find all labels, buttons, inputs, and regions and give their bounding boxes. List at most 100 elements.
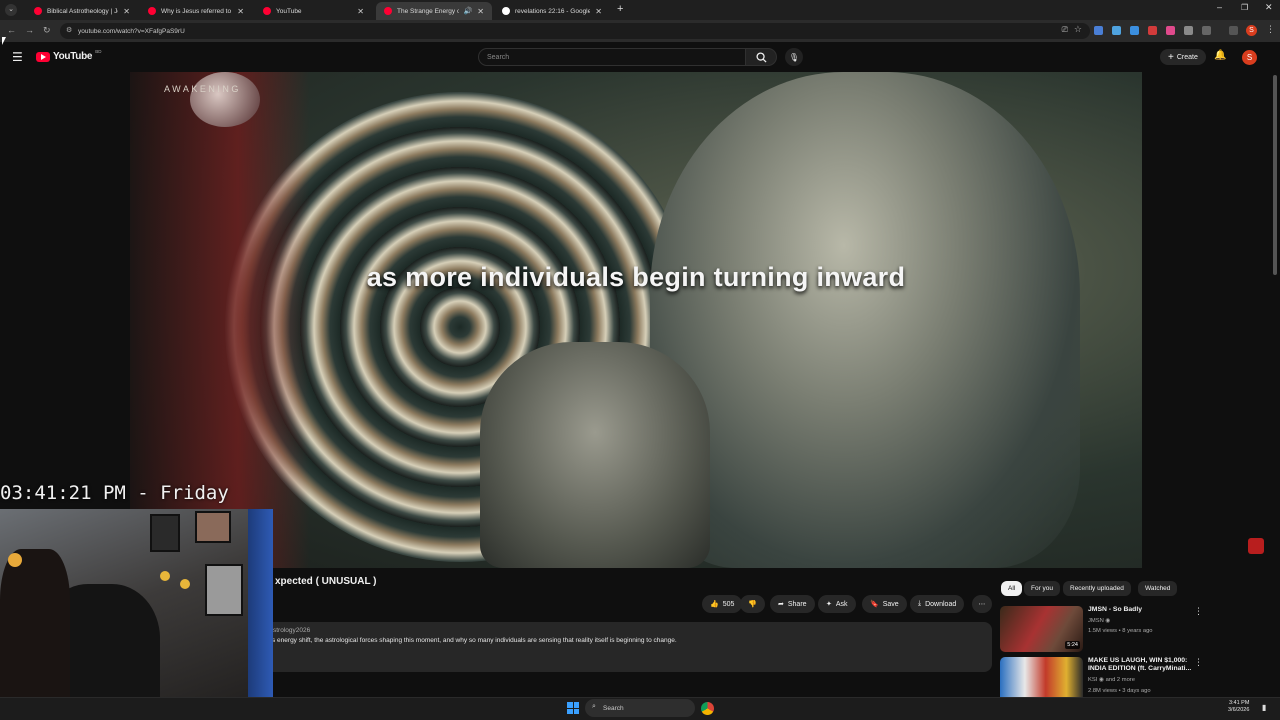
thumbs-down-icon: 👎 [748, 601, 757, 608]
webcam-frame-decoration [195, 511, 231, 543]
reload-icon[interactable]: ↻ [43, 25, 51, 36]
favicon-icon [148, 7, 156, 15]
youtube-logo-text: YouTube [53, 51, 93, 62]
channel-watermark: AWAKENING [164, 84, 241, 94]
plus-icon: + [1168, 51, 1174, 63]
close-window-icon[interactable]: ✕ [1265, 2, 1273, 13]
chrome-taskbar-icon[interactable] [701, 702, 714, 715]
tab-title: revelations 22:16 - Google Sea [515, 7, 591, 15]
clock-overlay: 03:41:21 PM - Friday [0, 482, 229, 504]
share-label: Share [787, 600, 807, 608]
page-scrollbar[interactable] [1273, 75, 1277, 275]
menu-hamburger-icon[interactable]: ☰ [12, 50, 23, 64]
youtube-favicon-icon [263, 7, 271, 15]
extension-icon[interactable] [1166, 26, 1175, 35]
ask-button[interactable]: ✦ Ask [818, 595, 856, 613]
search-icon [755, 51, 767, 63]
more-vertical-icon[interactable]: ⋮ [1194, 657, 1203, 668]
google-favicon-icon [502, 7, 510, 15]
install-app-icon[interactable]: ⎚ [1062, 25, 1068, 35]
extension-icon[interactable] [1094, 26, 1103, 35]
close-tab-icon[interactable]: ✕ [357, 7, 364, 16]
voice-search-button[interactable]: 🎙 [785, 48, 803, 66]
bookmark-star-icon[interactable]: ☆ [1074, 24, 1082, 35]
url-text: youtube.com/watch?v=XFafgPaS9rU [78, 27, 185, 35]
back-arrow-icon[interactable]: ← [7, 25, 16, 35]
profile-avatar[interactable]: S [1246, 25, 1257, 36]
video-player[interactable]: AWAKENING [130, 72, 1142, 568]
chip-for-you[interactable]: For you [1024, 581, 1061, 596]
browser-tab[interactable]: Why is Jesus referred to as "th ✕ [140, 2, 252, 20]
browser-tab[interactable]: YouTube ✕ [255, 2, 372, 20]
taskbar-time: 3:41 PM [1228, 700, 1250, 706]
close-tab-icon[interactable]: ✕ [477, 7, 484, 16]
recommendation-meta: 1.5M views • 8 years ago [1088, 628, 1153, 634]
video-thumbnail[interactable]: 5:24 [1000, 606, 1083, 652]
more-horizontal-icon: ⋯ [978, 601, 986, 608]
extension-icon[interactable] [1148, 26, 1157, 35]
video-frame-decoration [650, 72, 1080, 568]
video-frame-decoration [480, 342, 710, 568]
dislike-button[interactable]: 👎 [740, 595, 765, 613]
more-vertical-icon[interactable]: ⋮ [1194, 606, 1203, 617]
chip-watched[interactable]: Watched [1138, 581, 1178, 596]
new-tab-button[interactable]: + [617, 3, 623, 15]
browser-menu-icon[interactable]: ⋮ [1266, 24, 1275, 35]
thumbs-up-icon: 👍 [710, 601, 719, 608]
video-thumbnail[interactable] [1000, 657, 1083, 697]
save-button[interactable]: 🔖 Save [862, 595, 907, 613]
extension-icon[interactable] [1112, 26, 1121, 35]
description-box[interactable]: strology2026 s energy shift, the astrolo… [262, 622, 992, 672]
browser-tab[interactable]: revelations 22:16 - Google Sea ✕ [494, 2, 610, 20]
save-label: Save [882, 600, 899, 608]
share-button[interactable]: ➦ Share [770, 595, 815, 613]
minimize-icon[interactable]: – [1217, 2, 1222, 12]
youtube-logo[interactable]: YouTube BD [36, 49, 101, 62]
speaker-icon[interactable]: 🔊 [464, 7, 473, 15]
extensions-puzzle-icon[interactable] [1202, 26, 1211, 35]
bookmark-icon: 🔖 [870, 601, 879, 608]
download-label: Download [925, 600, 957, 608]
forward-arrow-icon[interactable]: → [25, 25, 34, 35]
tab-search-icon[interactable]: ⌄ [5, 4, 17, 16]
extension-icon[interactable] [1130, 26, 1139, 35]
extension-icon[interactable] [1184, 26, 1193, 35]
close-tab-icon[interactable]: ✕ [595, 7, 602, 16]
windows-logo-icon [573, 708, 579, 714]
taskbar-search-box[interactable]: ⌕ Search [585, 699, 695, 717]
channel-branding-icon[interactable] [1248, 538, 1264, 554]
windows-logo-icon [567, 702, 573, 708]
recommendation-item[interactable]: MAKE US LAUGH, WIN $1,000: INDIA EDITION… [1000, 657, 1205, 697]
search-button[interactable] [745, 48, 777, 66]
recommendation-item[interactable]: 5:24 JMSN - So Badly JMSN ◉ 1.5M views •… [1000, 606, 1205, 652]
notifications-bell-icon[interactable]: 🔔 [1214, 50, 1226, 61]
close-tab-icon[interactable]: ✕ [123, 7, 130, 16]
account-avatar[interactable]: S [1242, 50, 1257, 65]
search-input[interactable]: Search [478, 48, 746, 66]
channel-name: KSI [1088, 677, 1098, 683]
close-tab-icon[interactable]: ✕ [237, 7, 244, 16]
windows-logo-icon [567, 708, 573, 714]
recommendation-meta: 2.8M views • 3 days ago [1088, 688, 1151, 694]
browser-tab-active[interactable]: The Strange Energy of Mar 🔊 ✕ [376, 2, 492, 20]
site-info-icon[interactable]: ⚙ [66, 26, 72, 34]
start-button[interactable] [567, 702, 579, 714]
address-bar[interactable]: ⚙ youtube.com/watch?v=XFafgPaS9rU ⎚ ☆ [60, 23, 1090, 39]
maximize-icon[interactable]: ❐ [1241, 3, 1248, 12]
channel-suffix: and 2 more [1105, 677, 1135, 683]
create-button[interactable]: + Create [1160, 49, 1206, 65]
recommendation-title: JMSN - So Badly [1088, 606, 1143, 613]
download-button[interactable]: ⤓ Download [910, 595, 965, 613]
video-title: xpected ( UNUSUAL ) [275, 576, 377, 587]
notification-center-icon[interactable]: ▮ [1262, 703, 1266, 712]
like-count: 505 [722, 600, 735, 608]
more-actions-button[interactable]: ⋯ [972, 595, 992, 613]
recommendation-channel: JMSN ◉ [1088, 618, 1110, 624]
browser-tab[interactable]: Biblical Astrotheology | Jordan ✕ [26, 2, 138, 20]
chip-all[interactable]: All [1001, 581, 1023, 596]
like-button[interactable]: 👍 505 [702, 595, 743, 613]
chip-recently-uploaded[interactable]: Recently uploaded [1063, 581, 1131, 596]
taskbar-clock[interactable]: 3:41 PM 3/6/2026 [1228, 700, 1249, 715]
microphone-icon: 🎙 [788, 52, 800, 62]
media-controls-icon[interactable] [1229, 26, 1238, 35]
